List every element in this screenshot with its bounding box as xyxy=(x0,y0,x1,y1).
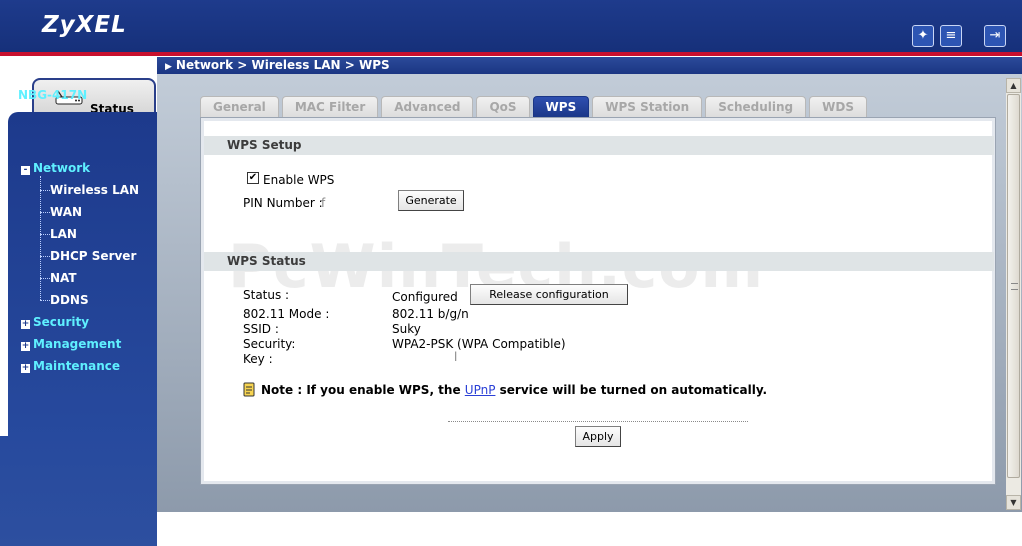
nav-item-management[interactable]: + Management xyxy=(21,337,121,351)
top-banner: ZyXEL ✦ ≡ ⇥ xyxy=(0,0,1022,52)
note-suffix: service will be turned on automatically. xyxy=(499,383,768,397)
enable-wps-checkbox[interactable]: ✔ xyxy=(247,172,259,184)
nav-item-network[interactable]: - Network xyxy=(21,161,90,175)
security-value: WPA2-PSK (WPA Compatible) xyxy=(392,337,566,351)
ssid-label: SSID : xyxy=(243,322,279,336)
nav-item-maintenance[interactable]: + Maintenance xyxy=(21,359,120,373)
wps-setup-heading: WPS Setup xyxy=(204,136,994,155)
tab-qos[interactable]: QoS xyxy=(476,96,530,118)
mode-value: 802.11 b/g/n xyxy=(392,307,469,321)
nav-tree-tick xyxy=(40,234,50,235)
wps-status-heading: WPS Status xyxy=(204,252,994,271)
tab-general[interactable]: General xyxy=(200,96,279,118)
vertical-scrollbar[interactable]: ▲ ▼ xyxy=(1006,78,1021,510)
security-label: Security: xyxy=(243,337,296,351)
upnp-link[interactable]: UPnP xyxy=(465,383,496,397)
nav-item-label: Maintenance xyxy=(33,359,121,373)
collapse-icon[interactable]: - xyxy=(21,166,30,175)
breadcrumb-arrow-icon: ▶ xyxy=(165,62,172,72)
tab-wps-station[interactable]: WPS Station xyxy=(592,96,703,118)
mode-label: 802.11 Mode : xyxy=(243,307,330,321)
scroll-down-icon[interactable]: ▼ xyxy=(1006,495,1021,510)
expand-icon[interactable]: + xyxy=(21,364,30,373)
breadcrumb-text: Network > Wireless LAN > WPS xyxy=(175,58,390,72)
release-configuration-button[interactable]: Release configuration xyxy=(470,284,628,305)
nav-item-label: Management xyxy=(33,337,122,351)
router-admin-window: ZyXEL ✦ ≡ ⇥ ▶ Network > Wireless LAN > WP… xyxy=(0,0,1022,546)
pin-number-label: PIN Number : xyxy=(243,196,323,210)
enable-wps-label: Enable WPS xyxy=(263,173,335,187)
scrollbar-grip-icon xyxy=(1011,283,1018,290)
nav-item-nat[interactable]: NAT xyxy=(50,271,77,285)
tab-wps[interactable]: WPS xyxy=(532,96,590,118)
nav-tree-line xyxy=(40,176,41,300)
key-value: l xyxy=(454,350,458,364)
tab-scheduling[interactable]: Scheduling xyxy=(705,96,807,118)
apply-button[interactable]: Apply xyxy=(575,426,621,447)
nav-item-ddns[interactable]: DDNS xyxy=(50,293,89,307)
tab-advanced[interactable]: Advanced xyxy=(381,96,474,118)
nav-item-security[interactable]: + Security xyxy=(21,315,89,329)
expand-icon[interactable]: + xyxy=(21,320,30,329)
pin-number-value: f xyxy=(321,196,326,210)
nav-item-label: Security xyxy=(33,315,90,329)
top-toolbar: ✦ ≡ ⇥ xyxy=(912,25,1006,47)
nav-tree-tick xyxy=(40,212,50,213)
key-label: Key : xyxy=(243,352,273,366)
nav-item-wan[interactable]: WAN xyxy=(50,205,82,219)
logout-icon[interactable]: ⇥ xyxy=(984,25,1006,47)
tab-wds[interactable]: WDS xyxy=(809,96,867,118)
nav-tree-tick xyxy=(40,190,50,191)
nav-item-lan[interactable]: LAN xyxy=(50,227,77,241)
nav-item-dhcp-server[interactable]: DHCP Server xyxy=(50,249,136,263)
device-model: NBG-417N xyxy=(18,88,88,102)
tab-mac-filter[interactable]: MAC Filter xyxy=(281,96,379,118)
nav-item-wireless-lan[interactable]: Wireless LAN xyxy=(50,183,139,197)
zyxel-logo: ZyXEL xyxy=(42,12,127,38)
upnp-note: Note : If you enable WPS, the UPnP servi… xyxy=(261,383,767,397)
breadcrumb: ▶ Network > Wireless LAN > WPS xyxy=(157,57,1022,74)
scroll-up-icon[interactable]: ▲ xyxy=(1006,78,1021,93)
note-hand-icon xyxy=(243,382,255,397)
tab-bar: General MAC Filter Advanced QoS WPS WPS … xyxy=(200,96,867,118)
status-value: Configured xyxy=(392,290,458,304)
nav-tree-tick xyxy=(40,278,50,279)
ssid-value: Suky xyxy=(392,322,421,336)
nav-panel-lower xyxy=(0,436,157,546)
status-label: Status : xyxy=(243,288,290,302)
note-prefix: Note : If you enable WPS, the xyxy=(261,383,461,397)
nav-tree-tick xyxy=(40,256,50,257)
scrollbar-thumb[interactable] xyxy=(1007,94,1020,478)
button-separator xyxy=(448,421,748,422)
wizard-icon[interactable]: ✦ xyxy=(912,25,934,47)
notes-icon[interactable]: ≡ xyxy=(940,25,962,47)
generate-button[interactable]: Generate xyxy=(398,190,464,211)
nav-item-label: Network xyxy=(33,161,91,175)
nav-tree-tick xyxy=(40,300,50,301)
expand-icon[interactable]: + xyxy=(21,342,30,351)
